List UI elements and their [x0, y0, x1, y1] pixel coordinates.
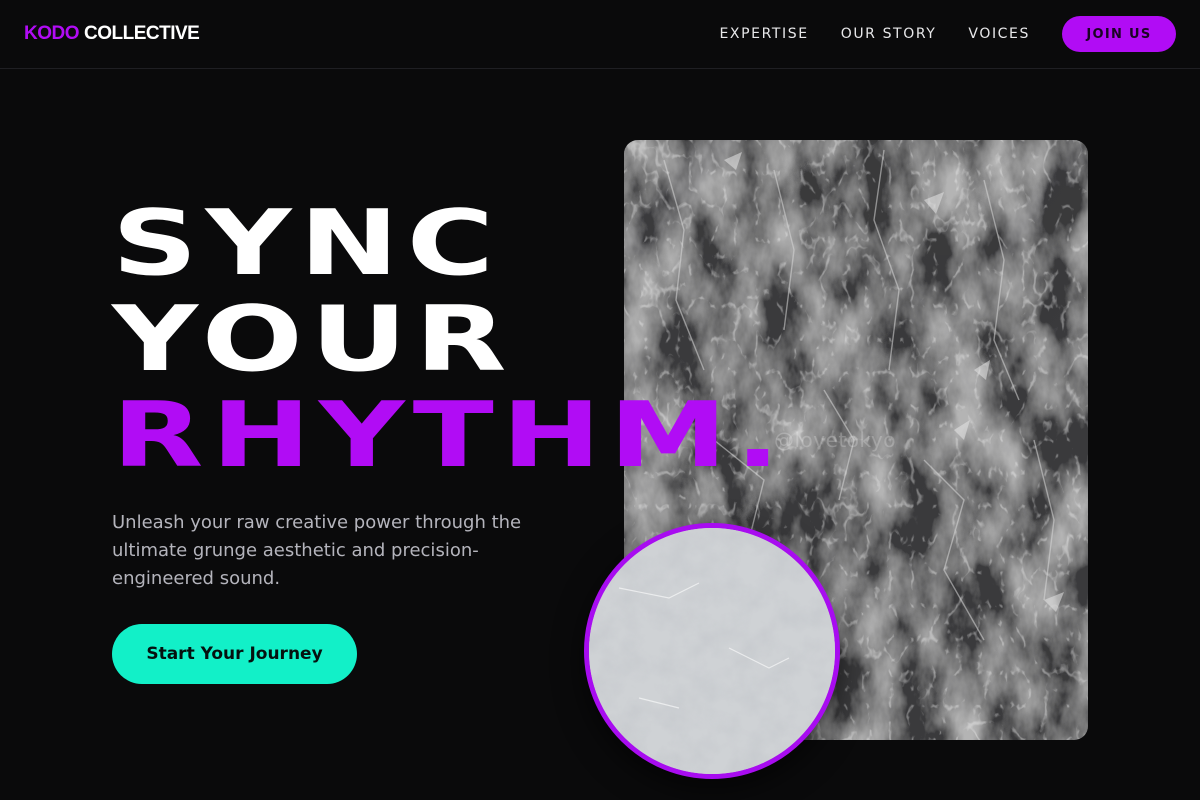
logo-accent-text: KODO [24, 23, 80, 44]
hero-headline: SYNC YOUR RHYTHM. [112, 196, 788, 484]
brand-logo[interactable]: KODO COLLECTIVE [24, 23, 200, 45]
start-journey-button[interactable]: Start Your Journey [112, 624, 357, 684]
headline-line-1: SYNC [112, 191, 502, 296]
nav-link-our-story[interactable]: OUR STORY [841, 26, 937, 42]
headline-line-3: RHYTHM. [112, 383, 789, 488]
nav-link-expertise[interactable]: EXPERTISE [719, 26, 808, 42]
join-us-button[interactable]: JOIN US [1062, 16, 1176, 52]
site-header: KODO COLLECTIVE EXPERTISE OUR STORY VOIC… [0, 0, 1200, 69]
headline-line-2: YOUR [112, 287, 515, 392]
main-nav: EXPERTISE OUR STORY VOICES JOIN US [719, 16, 1176, 52]
logo-main-text: COLLECTIVE [84, 23, 200, 44]
stone-texture-graphic [589, 528, 835, 774]
nav-link-voices[interactable]: VOICES [968, 26, 1030, 42]
image-watermark: @lovetokyo [774, 428, 896, 452]
stone-texture-circle [584, 523, 840, 779]
hero-subtitle: Unleash your raw creative power through … [112, 512, 522, 589]
